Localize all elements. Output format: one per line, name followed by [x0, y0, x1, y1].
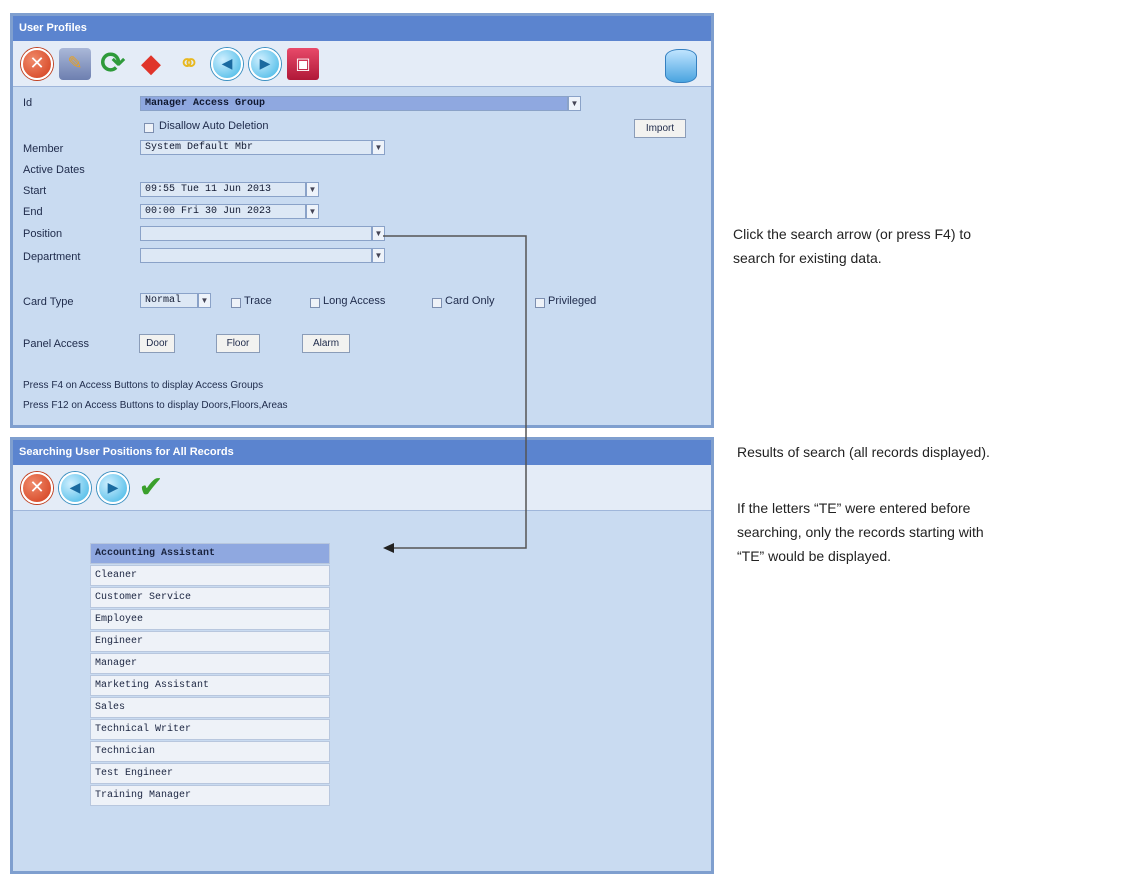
- te-callout-line2: searching, only the records starting wit…: [737, 524, 984, 540]
- te-callout: If the letters “TE” were entered before …: [737, 496, 984, 568]
- te-callout-line3: “TE” would be displayed.: [737, 548, 892, 564]
- results-callout-line: Results of search (all records displayed…: [737, 444, 990, 460]
- connector-arrow: [383, 235, 527, 553]
- results-callout: Results of search (all records displayed…: [737, 440, 990, 464]
- search-callout: Click the search arrow (or press F4) to …: [733, 222, 971, 270]
- search-callout-line2: search for existing data.: [733, 250, 882, 266]
- te-callout-line1: If the letters “TE” were entered before: [737, 500, 971, 516]
- search-callout-line1: Click the search arrow (or press F4) to: [733, 226, 972, 242]
